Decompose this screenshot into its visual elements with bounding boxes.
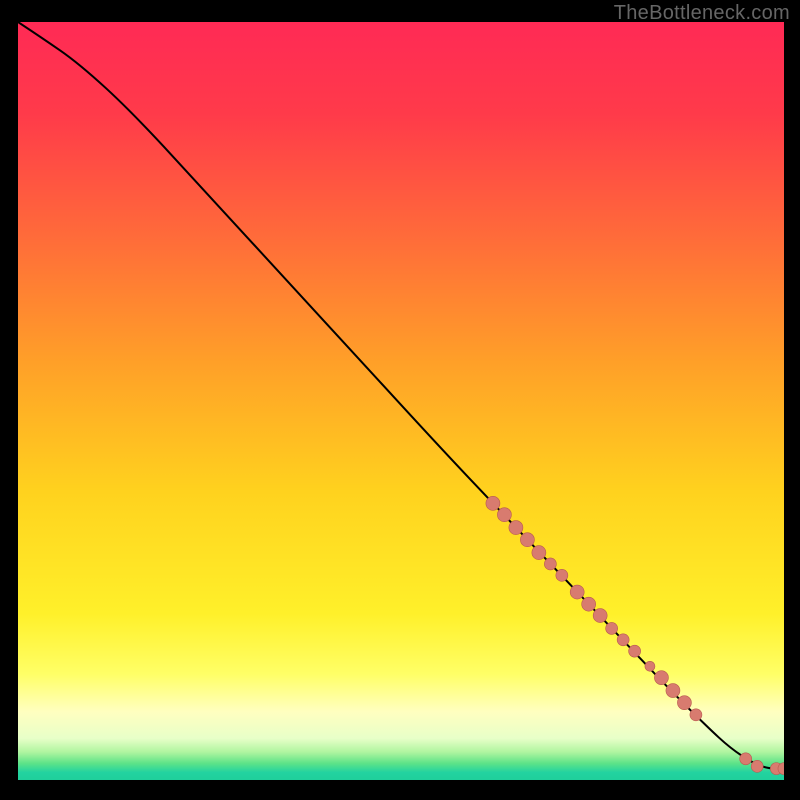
data-marker — [520, 533, 534, 547]
data-marker — [645, 661, 655, 671]
data-marker — [544, 558, 556, 570]
chart-svg — [18, 22, 784, 780]
data-marker — [593, 609, 607, 623]
data-marker — [532, 546, 546, 560]
data-marker — [570, 585, 584, 599]
chart-plot — [18, 22, 784, 780]
data-marker — [582, 597, 596, 611]
stage: TheBottleneck.com — [0, 0, 800, 800]
data-marker — [556, 569, 568, 581]
data-marker — [629, 645, 641, 657]
watermark-text: TheBottleneck.com — [614, 2, 790, 25]
data-marker — [740, 753, 752, 765]
data-marker — [497, 508, 511, 522]
data-marker — [606, 622, 618, 634]
data-marker — [751, 760, 763, 772]
data-marker — [486, 496, 500, 510]
data-marker — [677, 696, 691, 710]
data-marker — [654, 671, 668, 685]
data-marker — [690, 709, 702, 721]
chart-background — [18, 22, 784, 780]
data-marker — [509, 521, 523, 535]
data-marker — [617, 634, 629, 646]
data-marker — [666, 684, 680, 698]
